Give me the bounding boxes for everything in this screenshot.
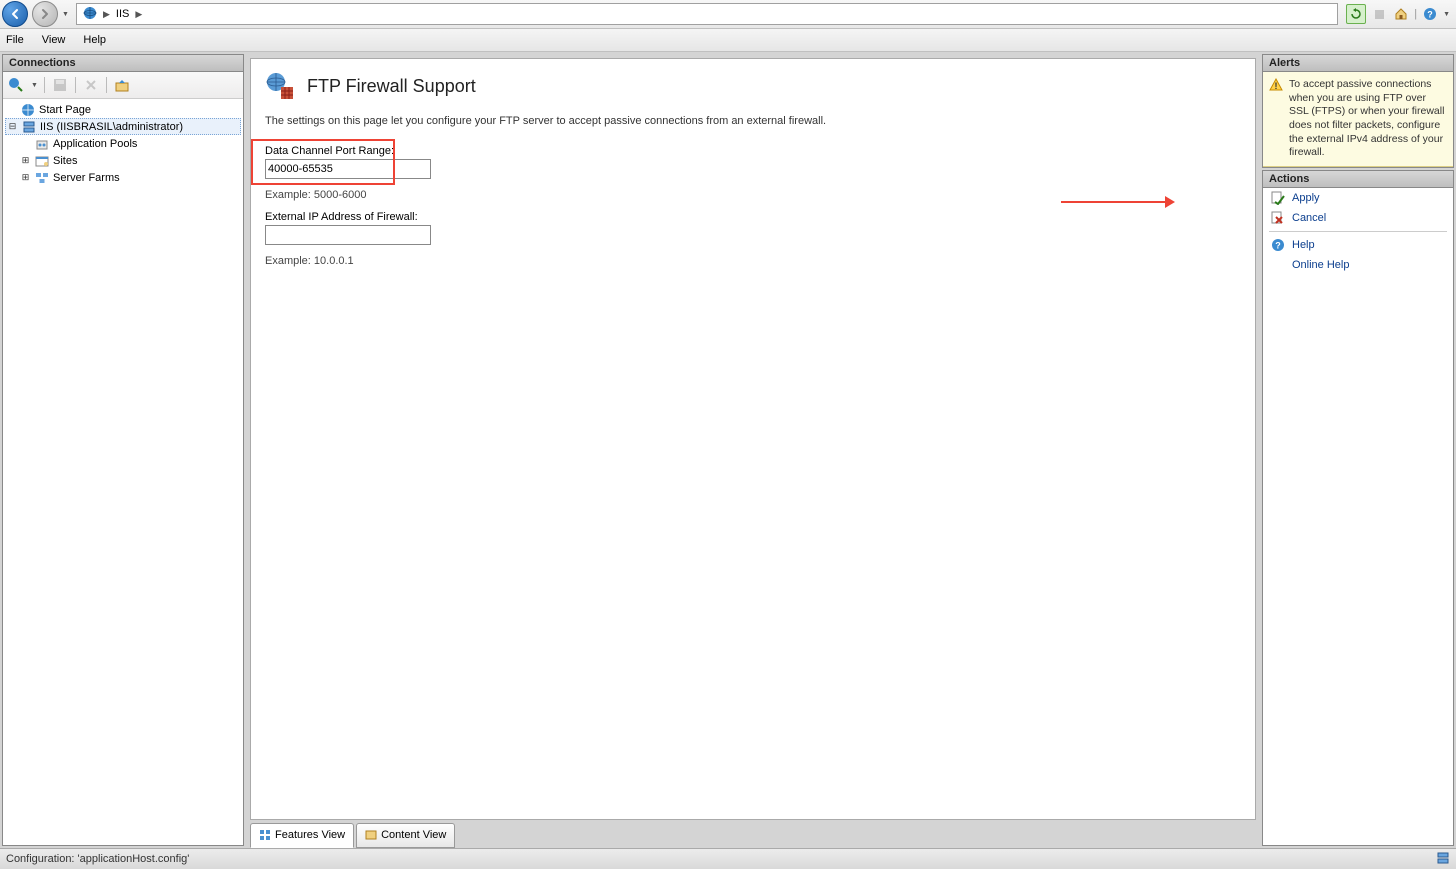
up-icon[interactable]: [113, 76, 131, 94]
action-label: Help: [1292, 239, 1315, 251]
server-farms-icon: [34, 170, 49, 185]
menu-help[interactable]: Help: [83, 34, 106, 46]
apply-icon: [1271, 191, 1285, 205]
tree-server-node[interactable]: ⊟ IIS (IISBRASIL\administrator): [5, 118, 241, 135]
svg-text:?: ?: [1275, 240, 1281, 250]
tree-label: Server Farms: [53, 172, 120, 184]
svg-text:!: !: [1275, 81, 1278, 91]
connections-header: Connections: [3, 55, 243, 72]
breadcrumb-item[interactable]: IIS: [116, 8, 129, 20]
external-ip-example: Example: 10.0.0.1: [265, 255, 1241, 267]
start-page-icon: [20, 102, 35, 117]
external-ip-label: External IP Address of Firewall:: [265, 211, 1241, 223]
status-icon: [1436, 851, 1450, 868]
right-pane: Alerts ! To accept passive connections w…: [1262, 54, 1454, 846]
port-range-example: Example: 5000-6000: [265, 189, 1241, 201]
page-description: The settings on this page let you config…: [265, 115, 1241, 127]
sites-icon: [34, 153, 49, 168]
tree-server-farms[interactable]: ⊞ Server Farms: [5, 169, 241, 186]
save-icon: [51, 76, 69, 94]
nav-history-dropdown[interactable]: ▼: [62, 11, 72, 18]
tree-label: IIS (IISBRASIL\administrator): [40, 121, 183, 133]
tree-sites[interactable]: ⊞ Sites: [5, 152, 241, 169]
home-icon[interactable]: [1392, 5, 1410, 23]
tab-label: Content View: [381, 829, 446, 841]
warning-icon: !: [1269, 78, 1283, 92]
action-cancel[interactable]: Cancel: [1263, 208, 1453, 228]
app-pools-icon: [34, 136, 49, 151]
port-range-label: Data Channel Port Range:: [265, 145, 1241, 157]
breadcrumb-sep: ▶: [135, 9, 142, 20]
action-label: Cancel: [1292, 212, 1326, 224]
connections-tree: Start Page ⊟ IIS (IISBRASIL\administrato…: [3, 99, 243, 845]
action-help[interactable]: ? Help: [1263, 235, 1453, 255]
cancel-icon: [1271, 211, 1285, 225]
page-title: FTP Firewall Support: [307, 76, 476, 97]
nav-toolbar: ▼ ▶ IIS ▶ | ? ▼: [0, 0, 1456, 29]
actions-header: Actions: [1263, 171, 1453, 188]
delete-icon: [82, 76, 100, 94]
action-online-help[interactable]: Online Help: [1263, 255, 1453, 275]
feature-page: FTP Firewall Support The settings on thi…: [250, 58, 1256, 820]
tree-label: Sites: [53, 155, 77, 167]
menu-view[interactable]: View: [42, 34, 66, 46]
action-label: Online Help: [1292, 259, 1349, 271]
annotation-arrow: [1061, 201, 1173, 203]
alert-message: ! To accept passive connections when you…: [1263, 72, 1453, 167]
center-pane: FTP Firewall Support The settings on thi…: [246, 54, 1260, 846]
alerts-header: Alerts: [1263, 55, 1453, 72]
status-text: Configuration: 'applicationHost.config': [6, 853, 189, 865]
iis-icon: [83, 6, 97, 23]
refresh-icon[interactable]: [1346, 4, 1366, 24]
tab-content-view[interactable]: Content View: [356, 823, 455, 848]
ftp-firewall-icon: [265, 71, 295, 101]
menu-bar: File View Help: [0, 29, 1456, 52]
help-icon[interactable]: ?: [1421, 5, 1439, 23]
menu-file[interactable]: File: [6, 34, 24, 46]
tree-start-page[interactable]: Start Page: [5, 101, 241, 118]
tree-app-pools[interactable]: Application Pools: [5, 135, 241, 152]
alert-text: To accept passive connections when you a…: [1289, 78, 1447, 160]
connect-icon[interactable]: [7, 76, 25, 94]
tree-label: Start Page: [39, 104, 91, 116]
svg-text:?: ?: [1427, 10, 1433, 20]
port-range-input[interactable]: [265, 159, 431, 179]
status-bar: Configuration: 'applicationHost.config': [0, 848, 1456, 869]
breadcrumb-sep: ▶: [103, 9, 110, 20]
nav-back-button[interactable]: [2, 1, 28, 27]
stop-icon: [1370, 5, 1388, 23]
action-label: Apply: [1292, 192, 1320, 204]
connections-pane: Connections ▼: [2, 54, 244, 846]
help-icon: ?: [1271, 238, 1285, 252]
view-tabs: Features View Content View: [246, 824, 1260, 846]
server-icon: [21, 119, 36, 134]
breadcrumb[interactable]: ▶ IIS ▶: [76, 3, 1338, 25]
external-ip-input[interactable]: [265, 225, 431, 245]
tab-label: Features View: [275, 829, 345, 841]
action-apply[interactable]: Apply: [1263, 188, 1453, 208]
help-dropdown[interactable]: ▼: [1443, 11, 1450, 18]
nav-forward-button[interactable]: [32, 1, 58, 27]
tab-features-view[interactable]: Features View: [250, 823, 354, 848]
tree-label: Application Pools: [53, 138, 137, 150]
connections-toolbar: ▼: [3, 72, 243, 99]
